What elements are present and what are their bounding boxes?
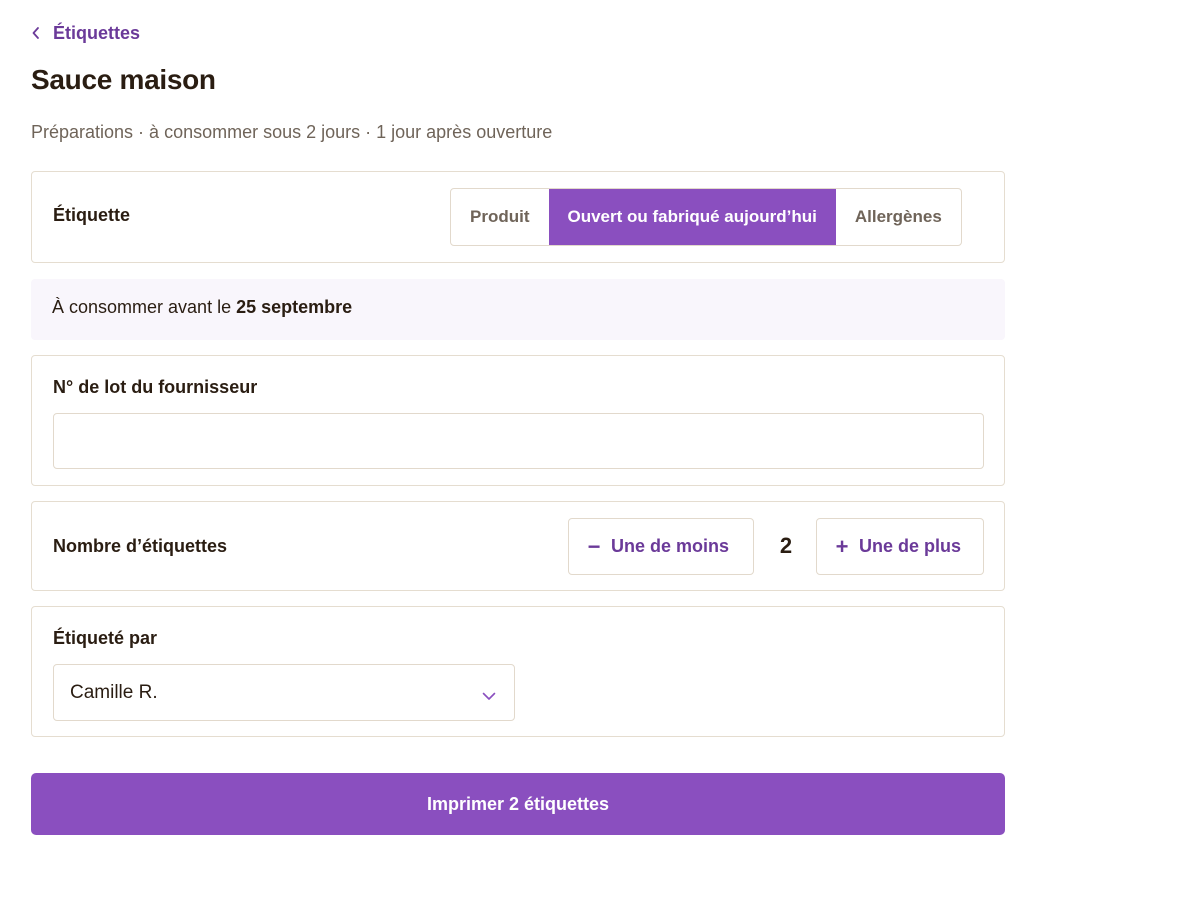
page-subtitle: Préparations · à consommer sous 2 jours … [31, 122, 553, 142]
back-link-label: Étiquettes [53, 22, 141, 43]
decrement-button[interactable]: − Une de moins [568, 518, 754, 575]
decrement-label: Une de moins [611, 536, 730, 556]
increment-button[interactable]: + Une de plus [816, 518, 984, 575]
expiry-notice: À consommer avant le 25 septembre [31, 279, 1005, 340]
segment-ouvert-aujourdhui[interactable]: Ouvert ou fabriqué aujourd’hui [548, 189, 836, 245]
segment-produit[interactable]: Produit [451, 189, 549, 245]
back-link[interactable]: Étiquettes [31, 21, 140, 45]
chevron-left-icon [31, 26, 41, 40]
labeled-by-select[interactable]: Camille R. [53, 664, 515, 721]
page-title: Sauce maison [31, 64, 216, 95]
expiry-text: À consommer avant le 25 septembre [52, 297, 352, 318]
segment-allergenes[interactable]: Allergènes [836, 189, 961, 245]
labeled-by-label: Étiqueté par [53, 628, 158, 648]
supplier-lot-card: N° de lot du fournisseur [31, 355, 1005, 486]
print-button[interactable]: Imprimer 2 étiquettes [31, 773, 1005, 835]
expiry-date: 25 septembre [236, 297, 353, 317]
minus-icon: − [587, 533, 601, 559]
label-count-label: Nombre d’étiquettes [53, 536, 228, 556]
increment-label: Une de plus [859, 536, 962, 556]
label-type-card: Étiquette Produit Ouvert ou fabriqué auj… [31, 171, 1005, 263]
plus-icon: + [835, 533, 849, 559]
labeled-by-card: Étiqueté par Camille R. [31, 606, 1005, 737]
supplier-lot-input[interactable] [53, 413, 984, 469]
labeled-by-value: Camille R. [70, 681, 158, 703]
chevron-down-icon [482, 685, 496, 707]
label-count-value: 2 [779, 533, 793, 558]
supplier-lot-label: N° de lot du fournisseur [53, 377, 258, 397]
label-type-label: Étiquette [53, 205, 131, 225]
label-count-card: Nombre d’étiquettes − Une de moins 2 + U… [31, 501, 1005, 591]
expiry-prefix: À consommer avant le [52, 297, 237, 317]
label-type-segmented-control: Produit Ouvert ou fabriqué aujourd’hui A… [450, 188, 962, 246]
